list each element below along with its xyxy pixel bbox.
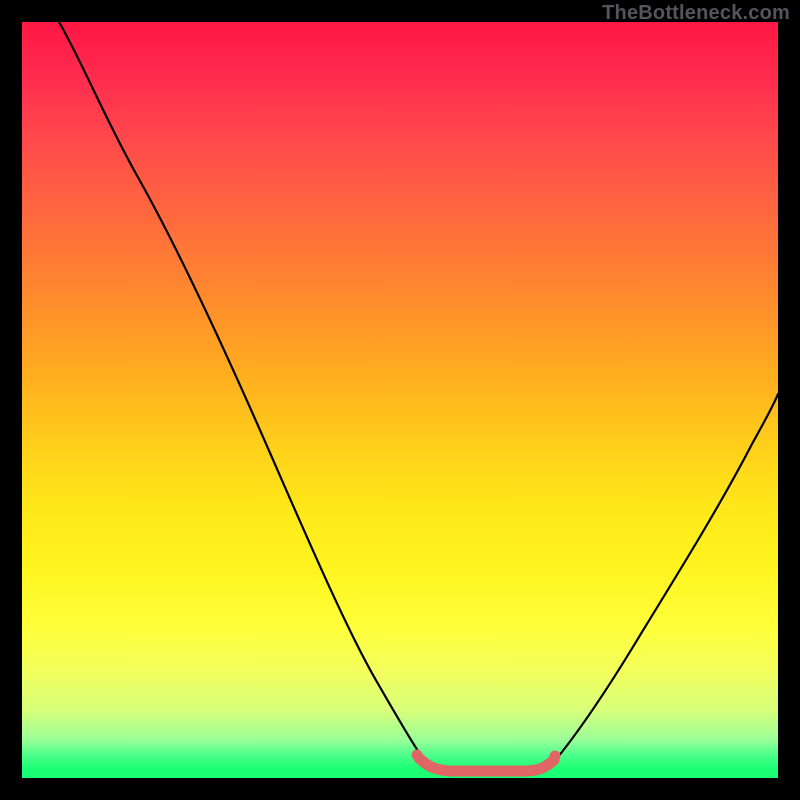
curve-layer xyxy=(22,22,778,778)
plot-area xyxy=(22,22,778,778)
chart-frame: TheBottleneck.com xyxy=(0,0,800,800)
bottleneck-curve xyxy=(59,22,778,770)
watermark-text: TheBottleneck.com xyxy=(602,2,790,25)
trough-dots xyxy=(412,750,561,762)
trough-marker xyxy=(419,758,554,771)
